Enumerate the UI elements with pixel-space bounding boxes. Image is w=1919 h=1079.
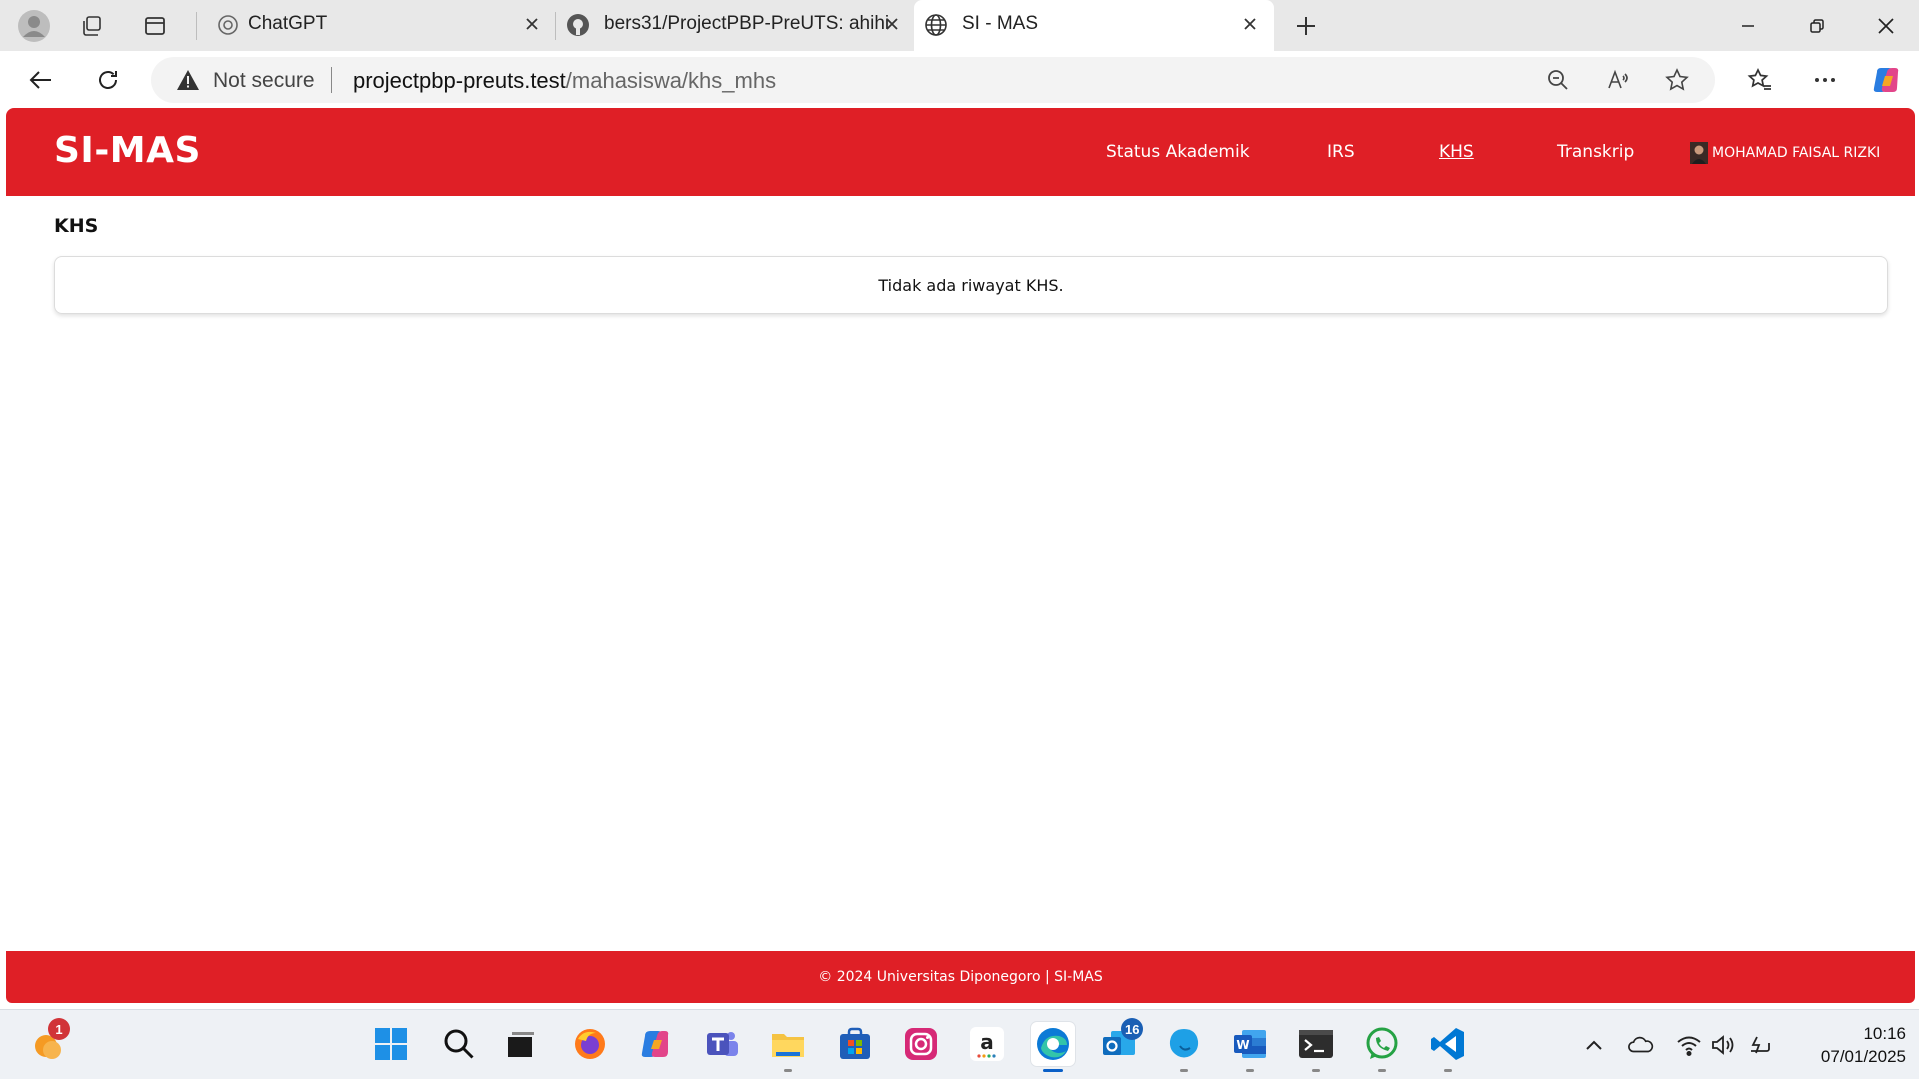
avatar [1690,142,1708,164]
url-text[interactable]: projectpbp-preuts.test/mahasiswa/khs_mhs [353,68,776,94]
github-icon [567,14,589,36]
url-path: /mahasiswa/khs_mhs [565,68,777,93]
running-indicator [1312,1069,1320,1072]
svg-text:W: W [1236,1038,1249,1052]
url-divider [331,67,332,93]
tab-si-mas[interactable]: SI - MAS [914,0,1274,51]
warning-icon[interactable] [175,67,201,93]
empty-state-message: Tidak ada riwayat KHS. [878,275,1064,295]
close-window-icon[interactable] [1872,12,1900,40]
page-viewport: SI-MAS Status Akademik IRS KHS Transkrip… [6,108,1915,1005]
close-icon[interactable] [520,12,544,36]
tab-label: SI - MAS [962,13,1039,34]
user-menu[interactable]: MOHAMAD FAISAL RIZKI [1690,142,1880,164]
copilot-app-icon[interactable] [634,1022,678,1066]
user-name: MOHAMAD FAISAL RIZKI [1712,145,1881,161]
browser-toolbar: Not secure projectpbp-preuts.test/mahasi… [0,51,1919,109]
close-icon[interactable] [880,12,904,36]
nav-transkrip[interactable]: Transkrip [1557,142,1634,162]
firefox-icon[interactable] [568,1022,612,1066]
chatgpt-icon [218,15,238,35]
task-view-icon[interactable] [499,1022,543,1066]
tab-label: ChatGPT [248,13,328,34]
blue-app-icon[interactable] [1162,1022,1206,1072]
vscode-icon[interactable] [1426,1022,1470,1072]
close-icon[interactable] [1238,12,1262,36]
tab-chatgpt[interactable]: ChatGPT [198,0,552,51]
more-options-icon[interactable] [1810,65,1840,95]
back-icon[interactable] [26,65,56,95]
wifi-icon[interactable] [1676,1032,1702,1058]
windows-start-icon[interactable] [369,1022,413,1066]
weather-icon[interactable]: 1 [26,1018,70,1066]
favorite-star-icon[interactable] [1664,67,1690,93]
tab-label: bers31/ProjectPBP-PreUTS: ahihi [604,13,890,34]
running-indicator [784,1069,792,1072]
tab-separator [196,12,197,40]
whatsapp-icon[interactable] [1360,1022,1404,1072]
refresh-icon[interactable] [93,65,123,95]
unread-badge: 16 [1121,1018,1144,1040]
new-tab-icon[interactable] [1292,12,1320,40]
taskbar: 1 a 16 W 10:16 07/01/2025 [0,1009,1919,1079]
address-bar[interactable]: Not secure projectpbp-preuts.test/mahasi… [151,57,1715,103]
favorites-icon[interactable] [1745,65,1775,95]
nav-khs[interactable]: KHS [1439,142,1474,162]
file-explorer-icon[interactable] [766,1022,810,1072]
globe-icon [925,14,947,36]
zoom-out-icon[interactable] [1545,67,1571,93]
running-indicator [1444,1069,1452,1072]
security-label[interactable]: Not secure [213,69,315,93]
tab-github[interactable]: bers31/ProjectPBP-PreUTS: ahihi [556,0,913,51]
onedrive-icon[interactable] [1628,1032,1654,1058]
amazon-icon[interactable]: a [965,1022,1009,1066]
edge-icon[interactable] [1031,1022,1075,1072]
workspaces-icon[interactable] [78,12,106,40]
svg-text:a: a [980,1030,994,1054]
system-clock[interactable]: 10:16 07/01/2025 [1790,1022,1906,1068]
page-title: KHS [54,215,99,237]
running-indicator [1378,1069,1386,1072]
chevron-up-icon[interactable] [1581,1032,1607,1058]
running-indicator [1180,1069,1188,1072]
footer: © 2024 Universitas Diponegoro | SI-MAS [6,951,1915,1003]
brand-logo[interactable]: SI-MAS [54,130,201,171]
nav-irs[interactable]: IRS [1327,142,1355,162]
url-host: projectpbp-preuts.test [353,68,566,93]
tab-actions-icon[interactable] [141,12,169,40]
volume-icon[interactable] [1710,1032,1736,1058]
read-aloud-icon[interactable] [1605,67,1631,93]
terminal-icon[interactable] [1294,1022,1338,1072]
nav-status-akademik[interactable]: Status Akademik [1106,142,1250,162]
khs-card: Tidak ada riwayat KHS. [54,256,1888,314]
notification-badge: 1 [48,1018,70,1040]
profile-icon[interactable] [16,8,52,44]
running-indicator [1246,1069,1254,1072]
battery-charging-icon[interactable] [1747,1032,1773,1058]
microsoft-store-icon[interactable] [833,1022,877,1066]
clock-time: 10:16 [1863,1024,1906,1043]
clock-date: 07/01/2025 [1820,1047,1906,1066]
restore-icon[interactable] [1803,12,1831,40]
minimize-icon[interactable] [1734,12,1762,40]
navbar: SI-MAS Status Akademik IRS KHS Transkrip… [6,108,1915,196]
browser-tab-bar: ChatGPT bers31/ProjectPBP-PreUTS: ahihi … [0,0,1919,51]
copilot-icon[interactable] [1870,63,1904,97]
active-indicator [1043,1069,1063,1072]
teams-icon[interactable] [700,1022,744,1066]
word-icon[interactable]: W [1228,1022,1272,1072]
outlook-icon[interactable]: 16 [1097,1018,1144,1066]
search-icon[interactable] [437,1022,481,1066]
footer-text: © 2024 Universitas Diponegoro | SI-MAS [818,969,1103,985]
instagram-icon[interactable] [899,1022,943,1066]
